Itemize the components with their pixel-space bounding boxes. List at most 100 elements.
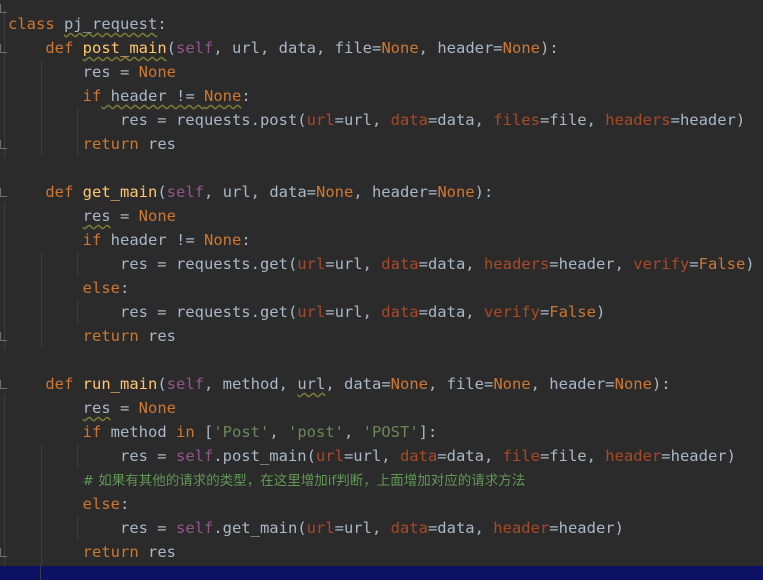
code-token: res: [138, 543, 176, 561]
code-token: , header=: [353, 183, 438, 201]
code-token: None: [138, 63, 176, 81]
code-token: .get_main(: [213, 519, 307, 537]
code-line[interactable]: res = requests.post(url=url, data=data, …: [8, 108, 745, 132]
code-line[interactable]: res = requests.get(url=url, data=data, h…: [8, 252, 755, 276]
code-token: def: [45, 375, 74, 393]
code-token: =url,: [343, 447, 400, 465]
code-token: =url,: [334, 111, 391, 129]
code-token: , header=: [530, 375, 615, 393]
code-line[interactable]: def run_main(self, method, url, data=Non…: [8, 372, 671, 396]
code-token: return: [82, 135, 139, 153]
code-token: False: [698, 255, 746, 273]
code-token: self: [166, 375, 204, 393]
code-editor[interactable]: class pj_request: def post_main(self, ur…: [0, 0, 763, 566]
code-line[interactable]: res = None: [8, 396, 176, 420]
code-line[interactable]: if header != None:: [8, 84, 251, 108]
code-token: 'post': [288, 423, 344, 441]
indent-guide: [41, 60, 42, 156]
code-line[interactable]: res = None: [8, 60, 176, 84]
code-line[interactable]: if method in ['Post', 'post', 'POST']:: [8, 420, 438, 444]
indent-guide: [41, 252, 42, 348]
code-line[interactable]: return res: [8, 540, 176, 564]
fold-marker-icon[interactable]: [0, 140, 7, 149]
code-line[interactable]: if header != None:: [8, 228, 251, 252]
code-token: ,: [344, 423, 363, 441]
code-line[interactable]: return res: [8, 132, 176, 156]
code-token: post_main: [82, 39, 167, 57]
code-token: else: [82, 279, 120, 297]
code-token: None: [437, 183, 475, 201]
code-token: # 如果有其他的请求的类型，在这里增加if判断，上面增加对应的请求方法: [82, 473, 526, 489]
code-token: =url,: [325, 303, 382, 321]
code-token: :: [241, 87, 251, 105]
indent-guide: [41, 444, 42, 566]
code-token: pj_request: [64, 15, 158, 33]
code-token: ): [595, 303, 606, 321]
code-token: (: [157, 183, 167, 201]
code-token: False: [549, 303, 596, 321]
code-token: , url, data, file=: [213, 39, 382, 57]
fold-marker-icon[interactable]: [0, 548, 7, 557]
code-token: class: [8, 15, 55, 33]
code-token: ):: [539, 39, 559, 57]
code-token: None: [315, 183, 354, 201]
code-token: , file=: [427, 375, 494, 393]
code-token: None: [203, 231, 242, 249]
code-token: None: [138, 207, 176, 225]
indent-guide: [77, 444, 78, 468]
indent-guide: [4, 10, 5, 158]
code-token: =url,: [325, 255, 382, 273]
code-token: url: [306, 111, 335, 129]
code-token: :: [157, 15, 167, 33]
fold-marker-icon[interactable]: [0, 380, 7, 389]
code-token: (: [166, 39, 177, 57]
code-line[interactable]: # 如果有其他的请求的类型，在这里增加if判断，上面增加对应的请求方法: [8, 468, 526, 492]
code-token: (: [157, 375, 167, 393]
code-line[interactable]: return res: [8, 324, 176, 348]
fold-marker-icon[interactable]: [0, 44, 7, 53]
code-token: header !=: [101, 231, 204, 249]
code-token: =: [110, 399, 139, 417]
code-line[interactable]: def get_main(self, url, data=None, heade…: [8, 180, 493, 204]
code-token: None: [390, 375, 428, 393]
code-token: run_main: [82, 375, 158, 393]
code-token: def: [45, 39, 74, 57]
code-token: =data,: [427, 111, 494, 129]
code-token: file: [502, 447, 540, 465]
code-token: ): [745, 255, 755, 273]
code-token: url: [297, 375, 326, 393]
code-token: ):: [651, 375, 671, 393]
code-token: None: [502, 39, 540, 57]
code-line[interactable]: res = requests.get(url=url, data=data, v…: [8, 300, 605, 324]
code-line[interactable]: res = None: [8, 204, 176, 228]
code-token: res =: [8, 63, 139, 81]
indent-guide: [77, 108, 78, 156]
fold-marker-icon[interactable]: [0, 4, 7, 13]
code-line[interactable]: def post_main(self, url, data, file=None…: [8, 36, 559, 60]
code-token: res = requests.post(: [8, 111, 307, 129]
code-token: data: [390, 111, 428, 129]
code-line[interactable]: else:: [8, 276, 130, 300]
fold-marker-icon[interactable]: [0, 188, 7, 197]
code-line[interactable]: res = self.get_main(url=url, data=data, …: [8, 516, 624, 540]
code-token: res = requests.get(: [8, 255, 298, 273]
code-line[interactable]: class pj_request:: [8, 12, 167, 36]
code-token: res: [138, 327, 176, 345]
fold-marker-icon[interactable]: [0, 332, 7, 341]
code-token: url: [315, 447, 344, 465]
code-token: None: [381, 39, 419, 57]
code-line[interactable]: res = self.post_main(url=url, data=data,…: [8, 444, 736, 468]
code-line[interactable]: else:: [8, 492, 130, 516]
